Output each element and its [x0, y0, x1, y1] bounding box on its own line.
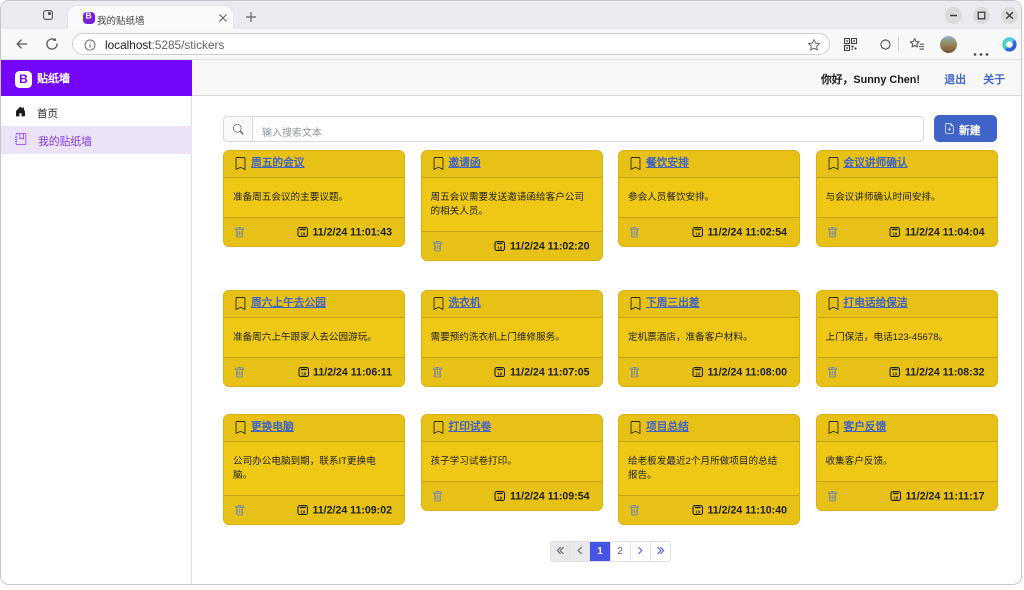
svg-text:19: 19	[695, 231, 700, 236]
svg-text:19: 19	[300, 509, 305, 514]
svg-text:19: 19	[498, 495, 503, 500]
svg-text:19: 19	[301, 371, 306, 376]
svg-text:19: 19	[893, 495, 898, 500]
svg-text:19: 19	[893, 371, 898, 376]
svg-text:19: 19	[695, 371, 700, 376]
svg-text:19: 19	[300, 231, 305, 236]
svg-text:19: 19	[498, 371, 503, 376]
svg-text:19: 19	[498, 245, 503, 250]
svg-text:19: 19	[893, 231, 898, 236]
svg-text:19: 19	[695, 509, 700, 514]
